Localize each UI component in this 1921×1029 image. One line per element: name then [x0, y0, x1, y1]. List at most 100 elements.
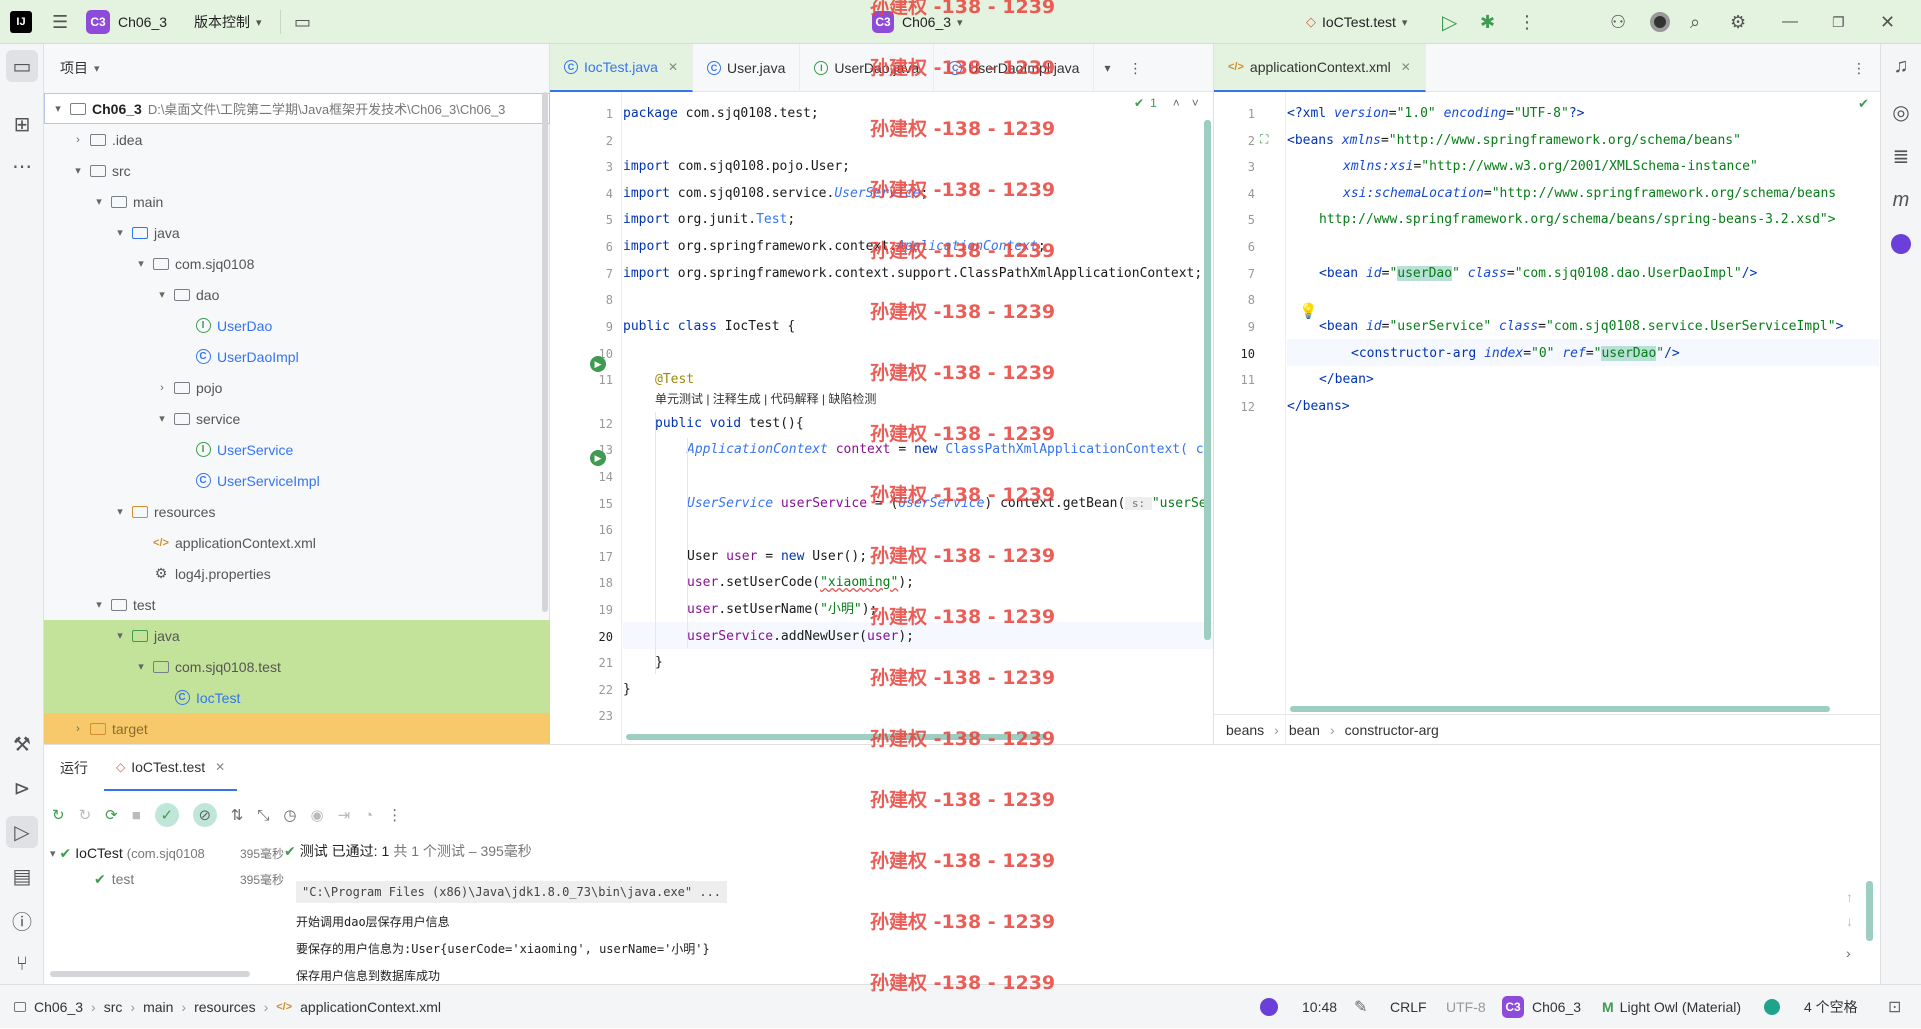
close-icon[interactable]: ✕	[668, 60, 678, 74]
run-test-gutter-icon[interactable]: ▶	[590, 356, 606, 372]
terminal-tool-icon[interactable]: ▤	[6, 860, 38, 892]
xml-code-area[interactable]: <?xml version="1.0" encoding="UTF-8"?> <…	[1287, 92, 1879, 622]
git-tool-icon[interactable]: ⑂	[6, 948, 38, 980]
vertical-scrollbar[interactable]	[1204, 120, 1211, 640]
breadcrumb-item[interactable]: Ch06_3	[34, 999, 83, 1015]
export-icon[interactable]: ⇥	[338, 806, 351, 824]
status-project[interactable]: C3 Ch06_3	[1502, 985, 1581, 1029]
tree-row-appcontext[interactable]: </> applicationContext.xml	[44, 527, 550, 558]
console-output[interactable]: "C:\Program Files (x86)\Java\jdk1.8.0_73…	[294, 881, 1874, 981]
breadcrumb-item[interactable]: beans	[1226, 722, 1264, 738]
breadcrumb-item[interactable]: src	[104, 999, 123, 1015]
chevron-right-icon[interactable]: ›	[1846, 941, 1853, 965]
tree-row-java[interactable]: ▾ java	[44, 217, 550, 248]
show-ignored-icon[interactable]: ⊘	[192, 803, 217, 827]
coverage-icon[interactable]: ◔	[364, 807, 373, 824]
breadcrumb-item[interactable]: bean	[1289, 722, 1320, 738]
chevron-down-icon[interactable]: ˅	[1192, 96, 1199, 110]
tab-applicationcontext[interactable]: </> applicationContext.xml ✕	[1214, 44, 1426, 92]
project-panel-header[interactable]: 项目 ▾	[60, 44, 100, 92]
vcs-menu[interactable]: 版本控制 ▾	[194, 0, 262, 44]
more-icon[interactable]: ⋮	[387, 806, 402, 824]
tree-row-target[interactable]: › target	[44, 713, 550, 744]
readonly-toggle-icon[interactable]: ✎	[1354, 985, 1367, 1029]
indent-setting[interactable]: 4 个空格	[1804, 985, 1858, 1029]
tab-user[interactable]: C User.java	[693, 44, 801, 92]
tree-row-pojo[interactable]: › pojo	[44, 372, 550, 403]
folder-icon[interactable]: ▭	[294, 0, 311, 44]
plugin-status-icon[interactable]	[1260, 985, 1278, 1029]
lightbulb-icon[interactable]: 💡	[1299, 302, 1318, 320]
project-tool-icon[interactable]: ▭	[6, 50, 38, 82]
tree-row-userdaoimpl[interactable]: C UserDaoImpl	[44, 341, 550, 372]
inspection-widget[interactable]: ✔ 1 ˄ ˅	[1134, 96, 1199, 110]
line-separator[interactable]: CRLF	[1390, 985, 1427, 1029]
database-icon[interactable]: ≣	[1885, 140, 1917, 172]
tree-row-service[interactable]: ▾ service	[44, 403, 550, 434]
main-menu-icon[interactable]: ☰	[52, 0, 68, 44]
stop-icon[interactable]: ■	[132, 807, 141, 824]
bean-gutter-icon[interactable]: ⛶	[1260, 132, 1268, 147]
tree-row-module[interactable]: ▾ Ch06_3 D:\桌面文件\工院第二学期\Java框架开发技术\Ch06_…	[44, 93, 550, 124]
theme-indicator[interactable]: M Light Owl (Material)	[1602, 985, 1741, 1029]
scroll-up-icon[interactable]: ↑	[1846, 885, 1853, 909]
tree-row-test-package[interactable]: ▾ com.sjq0108.test	[44, 651, 550, 682]
tab-userdao[interactable]: I UserDao.java	[800, 44, 935, 92]
close-icon[interactable]: ✕	[215, 760, 225, 774]
plugin-icon[interactable]	[1885, 228, 1917, 260]
tree-row-package[interactable]: ▾ com.sjq0108	[44, 248, 550, 279]
tabs-more-button[interactable]: ⋮	[1838, 44, 1880, 92]
chevron-up-icon[interactable]: ˄	[1173, 96, 1180, 110]
notifications-icon[interactable]: ♫	[1885, 50, 1917, 82]
tab-ioctest[interactable]: C IocTest.java ✕	[550, 44, 693, 92]
sort-icon[interactable]: ⇅	[231, 806, 244, 824]
horizontal-scrollbar[interactable]	[626, 734, 1046, 740]
file-encoding[interactable]: UTF-8	[1446, 985, 1486, 1029]
inlay-hint-actions[interactable]: 单元测试 | 注释生成 | 代码解释 | 缺陷检测	[655, 390, 876, 407]
gear-icon[interactable]: ⚙	[1730, 0, 1746, 44]
more-actions-icon[interactable]: ⋮	[1518, 0, 1536, 44]
close-icon[interactable]: ✕	[1880, 0, 1895, 44]
breadcrumb-item[interactable]: applicationContext.xml	[300, 999, 441, 1015]
add-user-icon[interactable]: ⚇	[1610, 0, 1626, 44]
tree-row-resources[interactable]: ▾ resources	[44, 496, 550, 527]
tree-row-dao[interactable]: ▾ dao	[44, 279, 550, 310]
tabs-overflow-button[interactable]: ▾	[1094, 44, 1120, 92]
collapse-icon[interactable]: ⤡	[257, 807, 269, 824]
structure-tool-icon[interactable]: ⊞	[6, 108, 38, 140]
tree-row-src[interactable]: ▾ src	[44, 155, 550, 186]
more-tools-icon[interactable]: ⋯	[6, 150, 38, 182]
toggle-auto-test-icon[interactable]: ⟳	[105, 806, 118, 824]
tabs-more-button[interactable]: ⋮	[1120, 44, 1150, 92]
tab-userdaoimpl[interactable]: C UserDaoImpl.java	[934, 44, 1095, 92]
ai-chat-icon[interactable]: ◎	[1885, 96, 1917, 128]
tree-row-idea[interactable]: › .idea	[44, 124, 550, 155]
run-test-gutter-icon[interactable]: ▶	[590, 450, 606, 466]
console-scrollbar[interactable]	[1866, 881, 1873, 941]
tab-run-config[interactable]: ◇ IoCTest.test ✕	[104, 745, 238, 791]
check-icon[interactable]: ✔	[1858, 96, 1869, 112]
build-tool-icon[interactable]: ⚒	[6, 728, 38, 760]
tree-scrollbar[interactable]	[542, 92, 548, 612]
debug-icon[interactable]: ✱	[1480, 0, 1495, 44]
breadcrumb-item[interactable]: constructor-arg	[1345, 722, 1439, 738]
ai-assistant-icon[interactable]	[1650, 0, 1670, 44]
horizontal-scrollbar[interactable]	[1290, 706, 1830, 712]
close-icon[interactable]: ✕	[1401, 60, 1411, 74]
breadcrumb-item[interactable]: main	[143, 999, 173, 1015]
tree-row-main[interactable]: ▾ main	[44, 186, 550, 217]
search-icon[interactable]: ⌕	[1690, 0, 1700, 44]
scroll-down-icon[interactable]: ↓	[1846, 909, 1853, 933]
screenshot-icon[interactable]: ◉	[310, 806, 323, 824]
problems-tool-icon[interactable]: ⓘ	[6, 904, 38, 936]
tree-row-userdao[interactable]: I UserDao	[44, 310, 550, 341]
status-indicator-icon[interactable]	[1764, 985, 1780, 1029]
show-passed-icon[interactable]: ✓	[154, 803, 179, 827]
tree-row-log4j[interactable]: ⚙ log4j.properties	[44, 558, 550, 589]
center-project-selector[interactable]: C3 Ch06_3 ▾	[872, 0, 963, 44]
project-selector[interactable]: C3 Ch06_3	[86, 0, 167, 44]
tree-row-test[interactable]: ▾ test	[44, 589, 550, 620]
tree-row-userservice[interactable]: I UserService	[44, 434, 550, 465]
code-area[interactable]: package com.sjq0108.test; import com.sjq…	[623, 92, 1213, 744]
history-icon[interactable]: ◷	[283, 806, 296, 824]
